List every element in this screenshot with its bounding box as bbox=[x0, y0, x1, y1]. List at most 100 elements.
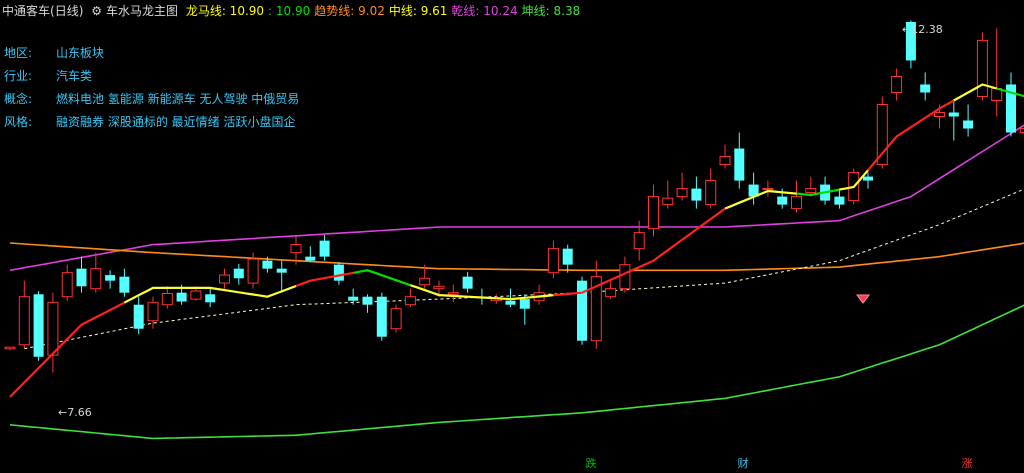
high-price-label: ←12.38 bbox=[902, 23, 943, 36]
candle-body bbox=[705, 180, 717, 206]
candle-body bbox=[390, 308, 402, 330]
candle-body bbox=[276, 268, 287, 273]
stock-chart-window: 中通客车(日线) ⚙ 车水马龙主图 龙马线: 10.90: 10.90 趋势线: 9… bbox=[0, 0, 1024, 473]
info-key: 行业: bbox=[4, 69, 33, 83]
info-key: 概念: bbox=[4, 92, 33, 106]
candle-body bbox=[691, 188, 702, 201]
dragon-line-seg-6 bbox=[353, 269, 411, 287]
candle-body bbox=[404, 296, 416, 306]
candle-body bbox=[33, 294, 44, 357]
indicator-name[interactable]: 车水马龙主图 bbox=[106, 4, 178, 18]
candle-body bbox=[734, 148, 745, 181]
candle-body bbox=[805, 188, 817, 194]
candle-body bbox=[18, 296, 30, 346]
indicator-value-5: 坤线: 8.38 bbox=[521, 4, 581, 18]
info-value[interactable]: 汽车类 bbox=[56, 69, 92, 83]
candle-body bbox=[619, 264, 631, 290]
candle-body bbox=[447, 292, 459, 295]
event-badge-2[interactable]: 涨 bbox=[958, 456, 976, 472]
candle-body bbox=[948, 112, 959, 117]
dragon-line-seg-1 bbox=[80, 301, 125, 326]
candle-body bbox=[61, 272, 73, 298]
series-line-2 bbox=[24, 188, 1024, 350]
gem-icon bbox=[856, 294, 870, 304]
indicator-value-2: 趋势线: 9.02 bbox=[314, 4, 385, 18]
kline-chart[interactable] bbox=[0, 0, 1024, 473]
candle-body bbox=[161, 292, 173, 306]
candle-body bbox=[47, 301, 59, 356]
series-line-1 bbox=[9, 242, 1024, 272]
candle-body bbox=[133, 304, 144, 329]
candle-body bbox=[119, 276, 130, 293]
candle-body bbox=[348, 296, 359, 301]
candle-body bbox=[976, 39, 988, 97]
candle-body bbox=[76, 268, 87, 287]
candle-body bbox=[305, 256, 316, 261]
info-row-2: 概念: 燃料电池 氢能源 新能源车 无人驾驶 中俄贸易 bbox=[4, 91, 299, 107]
candle-body bbox=[547, 248, 559, 274]
candle-body bbox=[433, 285, 445, 290]
candle-body bbox=[934, 111, 945, 118]
candle-body bbox=[648, 196, 659, 230]
indicator-value-0: 龙马线: 10.90 bbox=[185, 4, 265, 18]
candle-body bbox=[105, 275, 116, 281]
dragon-line-seg-4 bbox=[238, 284, 297, 298]
candle-body bbox=[762, 188, 774, 191]
candle-body bbox=[376, 296, 387, 337]
event-badge-0[interactable]: 跌 bbox=[582, 456, 600, 472]
candle-body bbox=[719, 156, 731, 166]
candle-body bbox=[676, 188, 688, 198]
info-value[interactable]: 燃料电池 氢能源 新能源车 无人驾驶 中俄贸易 bbox=[56, 92, 299, 106]
candle-body bbox=[633, 232, 645, 250]
candle-body bbox=[791, 196, 802, 210]
candle-body bbox=[462, 276, 473, 289]
candle-body bbox=[920, 84, 931, 93]
candle-body bbox=[605, 288, 617, 298]
candle-body bbox=[863, 176, 873, 181]
dragon-line-seg-12 bbox=[796, 188, 840, 197]
candle-body bbox=[247, 258, 259, 284]
candle-body bbox=[176, 292, 187, 302]
candle-body bbox=[876, 103, 888, 166]
dragon-line-seg-15 bbox=[953, 83, 997, 102]
event-badge-1[interactable]: 财 bbox=[734, 456, 752, 472]
candle-body bbox=[963, 120, 974, 129]
dragon-line-seg-5 bbox=[295, 271, 354, 288]
candle-body bbox=[505, 300, 516, 305]
series-line-0 bbox=[9, 124, 1024, 272]
candle-body bbox=[662, 197, 674, 206]
candle-body bbox=[147, 301, 159, 322]
candle-body bbox=[233, 268, 244, 279]
candle-body bbox=[777, 196, 788, 205]
candle-body bbox=[834, 196, 845, 205]
candle-body bbox=[362, 296, 373, 305]
gear-icon[interactable]: ⚙ bbox=[91, 4, 102, 18]
info-value[interactable]: 融资融券 深股通标的 最近情绪 活跃小盘国企 bbox=[56, 115, 295, 129]
indicator-value-3: 中线: 9.61 bbox=[388, 4, 448, 18]
candle-body bbox=[205, 294, 216, 303]
info-row-1: 行业: 汽车类 bbox=[4, 68, 92, 84]
candle-body bbox=[1019, 128, 1024, 134]
candle-body bbox=[319, 240, 330, 257]
candle-body bbox=[577, 280, 587, 341]
candle-body bbox=[190, 290, 202, 300]
candle-body bbox=[519, 299, 530, 309]
candle-body bbox=[90, 268, 102, 290]
candle-body bbox=[219, 274, 230, 284]
stock-name: 中通客车 bbox=[2, 4, 51, 18]
info-value[interactable]: 山东板块 bbox=[56, 46, 104, 60]
low-price-label: ←7.66 bbox=[58, 406, 92, 419]
info-row-3: 风格: 融资融券 深股通标的 最近情绪 活跃小盘国企 bbox=[4, 114, 295, 130]
candle-body bbox=[333, 264, 344, 281]
info-key: 地区: bbox=[4, 46, 33, 60]
info-row-0: 地区: 山东板块 bbox=[4, 45, 104, 61]
candle-body bbox=[562, 248, 573, 265]
series-line-3 bbox=[9, 304, 1024, 440]
indicator-value-1: : 10.90 bbox=[268, 4, 311, 18]
period-label: (日线) bbox=[50, 4, 84, 18]
candle-body bbox=[290, 244, 302, 254]
indicator-header: 中通客车(日线) ⚙ 车水马龙主图 龙马线: 10.90: 10.90 趋势线: 9… bbox=[2, 3, 588, 19]
candle-body bbox=[419, 277, 431, 286]
candle-body bbox=[891, 75, 903, 93]
candle-body bbox=[262, 260, 273, 269]
